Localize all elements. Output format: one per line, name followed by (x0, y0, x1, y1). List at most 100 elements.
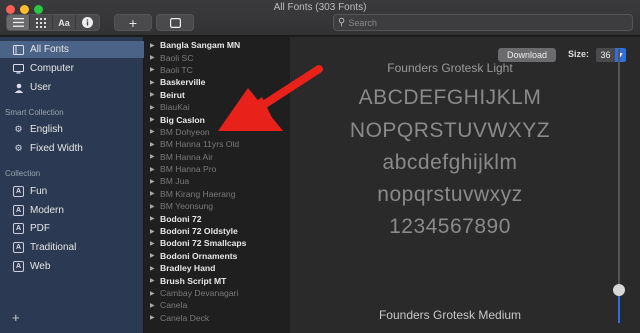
disclosure-triangle-icon[interactable]: ▶ (150, 54, 160, 61)
font-name: Brush Script MT (160, 275, 227, 286)
disclosure-triangle-icon[interactable]: ▶ (150, 252, 160, 259)
add-collection-button[interactable]: + (12, 310, 20, 325)
search-placeholder: Search (348, 17, 377, 28)
font-list-item[interactable]: ▶ Canela Deck (145, 312, 290, 324)
sidebar-item-english[interactable]: ⚙ English (0, 121, 144, 138)
font-name: Bodoni 72 (160, 213, 202, 224)
font-list-item[interactable]: ▶ Bangla Sangam MN (145, 39, 290, 51)
size-slider-knob[interactable] (613, 284, 625, 296)
disclosure-triangle-icon[interactable]: ▶ (150, 91, 160, 98)
font-list-item[interactable]: ▶ Bradley Hand (145, 262, 290, 274)
sidebar-item-fixed-width[interactable]: ⚙ Fixed Width (0, 140, 144, 157)
font-name: Bodoni 72 Oldstyle (160, 226, 238, 237)
font-name: BM Yeonsung (160, 201, 214, 212)
font-box-icon: A (13, 186, 24, 197)
font-list-item[interactable]: ▶ Bodoni 72 Smallcaps (145, 237, 290, 249)
sidebar-item-computer[interactable]: Computer (0, 60, 144, 77)
disclosure-triangle-icon[interactable]: ▶ (150, 265, 160, 272)
disclosure-triangle-icon[interactable]: ▶ (150, 128, 160, 135)
disclosure-triangle-icon[interactable]: ▶ (150, 79, 160, 86)
disclosure-triangle-icon[interactable]: ▶ (150, 215, 160, 222)
font-list-item[interactable]: ▶ Bodoni Ornaments (145, 250, 290, 262)
font-box-icon: A (13, 261, 24, 272)
disclosure-triangle-icon[interactable]: ▶ (150, 302, 160, 309)
font-name: Big Caslon (160, 114, 205, 125)
disclosure-triangle-icon[interactable]: ▶ (150, 66, 160, 73)
disclosure-triangle-icon[interactable]: ▶ (150, 314, 160, 321)
disclosure-triangle-icon[interactable]: ▶ (150, 203, 160, 210)
font-name: Cambay Devanagari (160, 288, 239, 298)
preview-lowercase-line-1: abcdefghijklm (382, 151, 518, 174)
font-list-item[interactable]: ▶ Baoli TC (145, 64, 290, 76)
gear-icon: ⚙ (14, 124, 23, 134)
preview-pane: Download Size: 36 ▼ Founders Grotesk Lig… (290, 37, 640, 333)
font-list-item[interactable]: ▶ BiauKai (145, 101, 290, 113)
grid-icon[interactable] (30, 15, 53, 30)
sidebar-item-all-fonts[interactable]: All Fonts (0, 41, 144, 58)
font-list-item[interactable]: ▶ Cambay Devanagari (145, 287, 290, 299)
text-size-icon[interactable]: Aa (53, 15, 76, 30)
disclosure-triangle-icon[interactable]: ▶ (150, 240, 160, 247)
disclosure-triangle-icon[interactable]: ▶ (150, 42, 160, 49)
disclosure-triangle-icon[interactable]: ▶ (150, 178, 160, 185)
font-list-item[interactable]: ▶ Brush Script MT (145, 274, 290, 286)
sidebar-item-web[interactable]: A Web (0, 258, 144, 275)
font-name: BM Kirang Haerang (160, 188, 236, 199)
collection-header: Collection (5, 169, 41, 178)
font-name: Bodoni Ornaments (160, 250, 238, 261)
sidebar-item-label: User (30, 82, 52, 93)
font-list-item[interactable]: ▶ BM Hanna Air (145, 151, 290, 163)
disclosure-triangle-icon[interactable]: ▶ (150, 228, 160, 235)
download-button[interactable]: Download (498, 48, 556, 62)
disclosure-triangle-icon[interactable]: ▶ (150, 104, 160, 111)
font-list-item[interactable]: ▶ BM Hanna Pro (145, 163, 290, 175)
sidebar-item-label: Computer (30, 63, 74, 74)
search-field[interactable]: ⚲ Search (333, 14, 633, 31)
font-list-item[interactable]: ▶ Baoli SC (145, 51, 290, 63)
list-icon[interactable] (7, 15, 30, 30)
font-name: BiauKai (160, 102, 190, 113)
size-label: Size: (568, 49, 590, 59)
font-list-item[interactable]: ▶ BM Kirang Haerang (145, 188, 290, 200)
size-input[interactable]: 36 (596, 48, 615, 62)
font-list-item[interactable]: ▶ Beirut (145, 89, 290, 101)
disclosure-triangle-icon[interactable]: ▶ (150, 277, 160, 284)
add-font-button[interactable]: + (114, 14, 152, 31)
preview-lowercase-line-2: nopqrstuvwxyz (377, 183, 523, 206)
font-name: BM Jua (160, 176, 190, 187)
search-icon: ⚲ (338, 17, 346, 28)
sidebar-item-modern[interactable]: A Modern (0, 202, 144, 219)
preview-pane-icon (169, 17, 181, 28)
sidebar-item-fun[interactable]: A Fun (0, 183, 144, 200)
sidebar-item-pdf[interactable]: A PDF (0, 220, 144, 237)
size-slider-track[interactable] (618, 49, 620, 319)
disclosure-triangle-icon[interactable]: ▶ (150, 116, 160, 123)
sidebar: All Fonts Computer User Smart Collection… (0, 37, 144, 333)
preview-font-name: Founders Grotesk Light (387, 61, 513, 75)
font-name: Bradley Hand (160, 263, 216, 274)
disclosure-triangle-icon[interactable]: ▶ (150, 190, 160, 197)
font-list-item[interactable]: ▶ Big Caslon (145, 113, 290, 125)
sidebar-item-label: PDF (30, 223, 50, 234)
disclosure-triangle-icon[interactable]: ▶ (150, 141, 160, 148)
info-icon[interactable] (76, 15, 99, 30)
font-list-item[interactable]: ▶ BM Yeonsung (145, 200, 290, 212)
font-list-item[interactable]: ▶ Canela (145, 299, 290, 311)
monitor-icon (13, 63, 24, 74)
sidebar-item-traditional[interactable]: A Traditional (0, 239, 144, 256)
disclosure-triangle-icon[interactable]: ▶ (150, 153, 160, 160)
disclosure-triangle-icon[interactable]: ▶ (150, 290, 160, 297)
disclosure-triangle-icon[interactable]: ▶ (150, 166, 160, 173)
font-list-item[interactable]: ▶ Baskerville (145, 76, 290, 88)
sidebar-item-label: Traditional (30, 242, 77, 253)
sidebar-item-label: Fun (30, 186, 48, 197)
font-list-item[interactable]: ▶ Bodoni 72 (145, 212, 290, 224)
preview-toggle-button[interactable] (156, 14, 194, 31)
font-list-item[interactable]: ▶ BM Dohyeon (145, 126, 290, 138)
font-list-item[interactable]: ▶ Bodoni 72 Oldstyle (145, 225, 290, 237)
font-list-item[interactable]: ▶ BM Jua (145, 175, 290, 187)
font-list-item[interactable]: ▶ BM Hanna 11yrs Old (145, 138, 290, 150)
font-box-icon: A (13, 205, 24, 216)
size-dropdown-button[interactable]: ▼ (615, 48, 626, 62)
sidebar-item-user[interactable]: User (0, 79, 144, 96)
